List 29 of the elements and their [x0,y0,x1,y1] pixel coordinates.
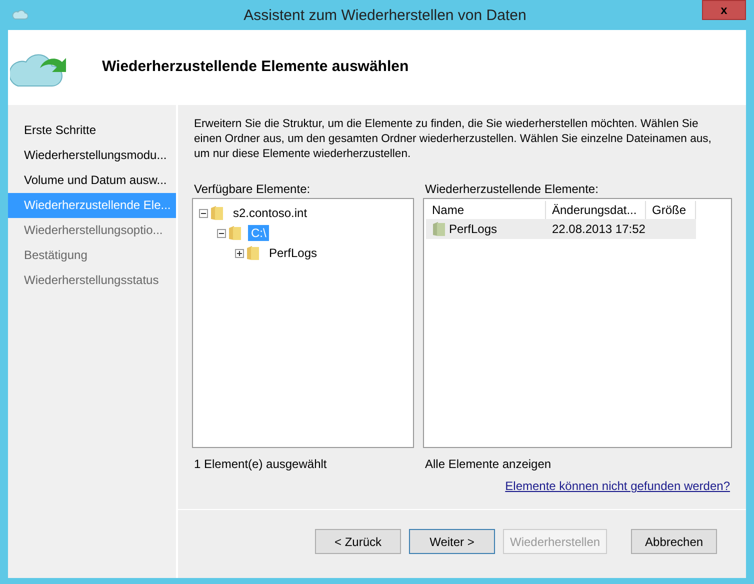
folder-icon [228,225,242,241]
expander-icon[interactable] [217,228,226,238]
file-name: PerfLogs [449,222,498,236]
step-item[interactable]: Volume und Datum ausw... [8,168,176,193]
expander-icon[interactable] [235,248,244,258]
selection-count: 1 Element(e) ausgewählt [194,457,328,471]
restore-label: Wiederherzustellende Elemente: [425,182,600,198]
window-title: Assistent zum Wiederherstellen von Daten [242,6,528,24]
step-item[interactable]: Erste Schritte [8,118,176,143]
available-label: Verfügbare Elemente: [194,182,312,198]
folder-icon [432,221,446,237]
show-all-label: Alle Elemente anzeigen [425,457,552,471]
tree-view[interactable]: s2.contoso.int C:\ PerfLogs [192,198,414,448]
wizard-button[interactable]: Abbrechen [631,529,718,554]
folder-icon [246,245,260,261]
tree-item[interactable]: s2.contoso.int [230,205,310,221]
step-item[interactable]: Wiederherstellungsmodu... [8,143,176,168]
cloud-icon [12,10,28,20]
wizard-button[interactable]: Weiter > [409,529,495,554]
list-row[interactable]: PerfLogs 22.08.2013 17:52 [426,219,696,239]
modified-date: 22.08.2013 17:52 [551,222,646,236]
help-link[interactable]: Elemente können nicht gefunden werden? [505,479,730,493]
page-heading: Wiederherzustellende Elemente auswählen [102,58,409,75]
expander-icon[interactable] [199,208,208,218]
instructions-text: Erweitern Sie die Struktur, um die Elemente zu finden, die Sie wiederherstellen möchten. Wählen Sie einen Ordner aus, um den gesamten Ordner wiederherzustellen. Wählen Sie einzelne Dateinamen aus, um nur diese Elemente wiederherzustellen. [194,117,712,162]
folder-icon [210,205,224,221]
wizard-button[interactable]: < Zurück [315,529,401,554]
tree-item[interactable]: PerfLogs [266,245,320,261]
close-button[interactable]: x [702,0,746,20]
